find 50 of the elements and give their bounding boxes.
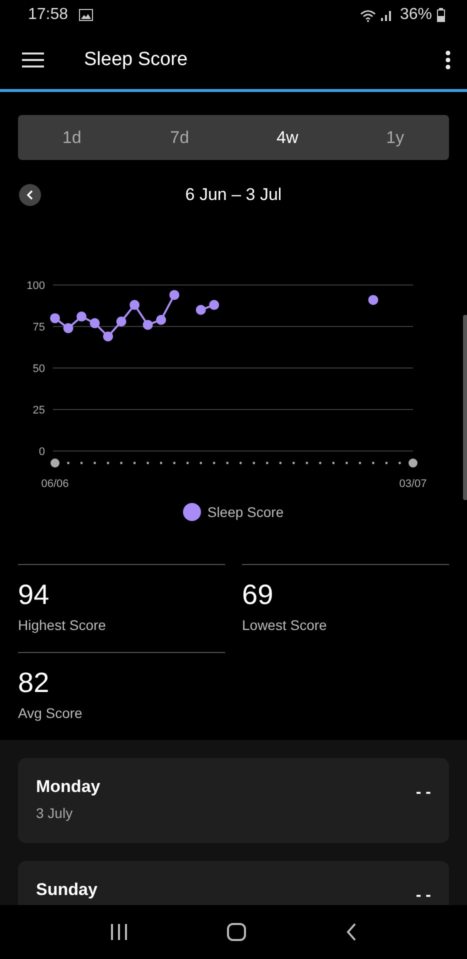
stat-value: 69 xyxy=(242,579,274,611)
period-tab[interactable]: 7d xyxy=(126,115,234,160)
day-date: 3 July xyxy=(36,804,74,821)
stat-label: Highest Score xyxy=(18,617,107,633)
image-icon xyxy=(79,9,94,21)
stat-value: 82 xyxy=(18,667,50,699)
day-name: Monday xyxy=(36,778,102,797)
point xyxy=(130,300,140,310)
wifi-icon xyxy=(360,8,376,22)
more-options-icon[interactable] xyxy=(443,48,453,72)
battery-icon xyxy=(437,8,445,22)
day-score: - - xyxy=(416,785,431,801)
previous-button[interactable] xyxy=(19,184,41,206)
stat-label: Lowest Score xyxy=(242,617,328,633)
y-axis-label: 25 xyxy=(32,404,45,416)
status-time: 17:58 xyxy=(28,6,68,24)
chevron-left-icon xyxy=(26,190,34,200)
day-card[interactable]: Sunday - - xyxy=(18,861,449,905)
point xyxy=(116,316,126,327)
day-card[interactable]: Monday 3 July - - xyxy=(18,758,449,843)
y-axis-label: 75 xyxy=(32,322,45,334)
point xyxy=(156,314,166,325)
point xyxy=(169,290,180,300)
stat-value: 94 xyxy=(18,579,50,611)
point xyxy=(50,313,60,324)
date-range: 6 Jun – 3 Jul xyxy=(185,185,282,205)
stat-label: Avg Score xyxy=(18,705,84,721)
point xyxy=(90,318,100,328)
period-tab[interactable]: 1y xyxy=(341,115,449,160)
legend-label: Sleep Score xyxy=(207,504,284,520)
point xyxy=(368,294,378,305)
menu-icon[interactable] xyxy=(20,50,46,70)
point xyxy=(63,323,74,334)
point xyxy=(76,312,87,322)
y-axis-label: 50 xyxy=(32,363,45,375)
day-score: - - xyxy=(416,888,431,904)
point xyxy=(103,331,114,342)
point xyxy=(142,320,153,330)
battery-level: 36% xyxy=(400,6,432,24)
period-tab[interactable]: 4w xyxy=(234,115,342,160)
screen-title: Sleep Score xyxy=(84,48,188,70)
point xyxy=(209,300,220,310)
signal-icon xyxy=(380,9,393,21)
point xyxy=(196,304,206,315)
y-axis-label: 0 xyxy=(38,446,45,458)
y-axis-label: 100 xyxy=(26,280,45,292)
day-name: Sunday xyxy=(36,881,98,900)
x-axis-label: 03/07 xyxy=(399,478,427,490)
x-axis-label: 06/06 xyxy=(41,478,69,490)
period-tab[interactable]: 1d xyxy=(18,115,126,160)
